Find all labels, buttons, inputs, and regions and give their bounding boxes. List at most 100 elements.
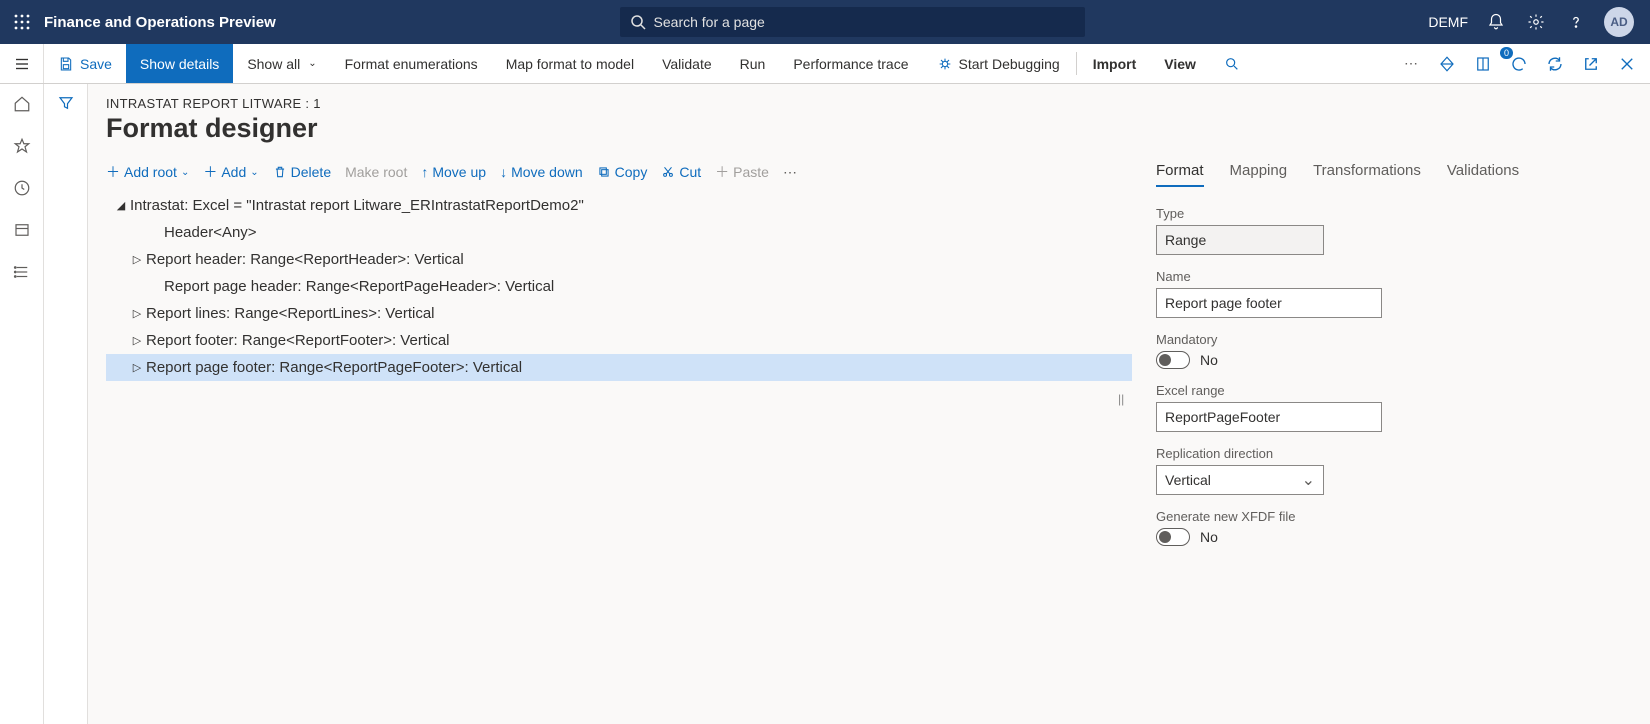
favorites-icon[interactable] [10, 134, 34, 158]
copy-icon [597, 165, 611, 179]
show-details-button[interactable]: Show details [126, 44, 233, 83]
search-placeholder: Search for a page [654, 14, 765, 30]
tree-row[interactable]: ◢ Intrastat: Excel = "Intrastat report L… [106, 192, 1132, 219]
run-button[interactable]: Run [726, 44, 780, 83]
xfdf-value: No [1200, 529, 1218, 545]
tree-row[interactable]: ▷ Report footer: Range<ReportFooter>: Ve… [106, 327, 1132, 354]
diamond-icon[interactable] [1434, 51, 1460, 77]
trash-icon [273, 165, 287, 179]
settings-icon[interactable] [1524, 10, 1548, 34]
tree-toolbar: ＋Add root⌄ ＋Add⌄ Delete Make root ↑Move … [106, 162, 1132, 182]
name-label: Name [1156, 269, 1632, 284]
nav-rail [0, 84, 44, 724]
save-button[interactable]: Save [44, 44, 126, 83]
filter-rail [44, 84, 88, 724]
type-field: Range [1156, 225, 1324, 255]
start-debugging-button[interactable]: Start Debugging [923, 44, 1074, 83]
hamburger-menu[interactable] [0, 44, 44, 83]
breadcrumb: INTRASTAT REPORT LITWARE : 1 [106, 96, 1632, 111]
app-title: Finance and Operations Preview [44, 14, 276, 31]
tree-row[interactable]: ▷ Report header: Range<ReportHeader>: Ve… [106, 246, 1132, 273]
performance-trace-button[interactable]: Performance trace [779, 44, 922, 83]
type-label: Type [1156, 206, 1632, 221]
action-bar: Save Show details Show all⌄ Format enume… [0, 44, 1650, 84]
tree-row[interactable]: Header<Any> [106, 219, 1132, 246]
tree-row-selected[interactable]: ▷ Report page footer: Range<ReportPageFo… [106, 354, 1132, 381]
excel-range-field[interactable]: ReportPageFooter [1156, 402, 1382, 432]
cut-icon [661, 165, 675, 179]
tree-row[interactable]: ▷ Report lines: Range<ReportLines>: Vert… [106, 300, 1132, 327]
find-button[interactable] [1210, 44, 1254, 83]
mandatory-value: No [1200, 352, 1218, 368]
modules-icon[interactable] [10, 260, 34, 284]
save-icon [58, 56, 74, 72]
tab-transformations[interactable]: Transformations [1313, 162, 1421, 187]
arrow-down-icon: ↓ [500, 164, 507, 180]
close-icon[interactable] [1614, 51, 1640, 77]
mandatory-toggle[interactable] [1156, 351, 1190, 369]
view-button[interactable]: View [1150, 44, 1210, 83]
refresh-icon[interactable] [1542, 51, 1568, 77]
page-title: Format designer [106, 113, 1632, 144]
expand-icon[interactable]: ▷ [128, 307, 146, 320]
add-button[interactable]: ＋Add⌄ [203, 162, 258, 182]
copy-button[interactable]: Copy [597, 164, 648, 180]
map-format-button[interactable]: Map format to model [492, 44, 648, 83]
app-launcher-icon[interactable] [8, 14, 36, 30]
user-avatar[interactable]: AD [1604, 7, 1634, 37]
xfdf-label: Generate new XFDF file [1156, 509, 1632, 524]
tab-mapping[interactable]: Mapping [1230, 162, 1288, 187]
chevron-down-icon: ⌄ [250, 167, 258, 178]
xfdf-toggle[interactable] [1156, 528, 1190, 546]
expand-icon[interactable]: ▷ [128, 361, 146, 374]
format-tree: ◢ Intrastat: Excel = "Intrastat report L… [106, 192, 1132, 381]
global-search[interactable]: Search for a page [620, 7, 1085, 37]
chevron-down-icon: ⌄ [181, 167, 189, 178]
pane-resize-handle[interactable]: || [1118, 392, 1124, 406]
debug-icon [937, 56, 953, 72]
search-icon [630, 14, 646, 30]
company-picker[interactable]: DEMF [1428, 14, 1468, 30]
tree-row[interactable]: Report page header: Range<ReportPageHead… [106, 273, 1132, 300]
expand-icon[interactable]: ▷ [128, 253, 146, 266]
tab-format[interactable]: Format [1156, 162, 1204, 187]
replication-label: Replication direction [1156, 446, 1632, 461]
cut-button[interactable]: Cut [661, 164, 701, 180]
format-enumerations-button[interactable]: Format enumerations [331, 44, 492, 83]
plus-icon: ＋ [715, 162, 729, 182]
office-icon[interactable] [1470, 51, 1496, 77]
home-icon[interactable] [10, 92, 34, 116]
property-tabs: Format Mapping Transformations Validatio… [1156, 162, 1632, 188]
filter-icon[interactable] [57, 94, 75, 724]
tab-validations[interactable]: Validations [1447, 162, 1519, 187]
collapse-icon[interactable]: ◢ [112, 199, 130, 212]
plus-icon: ＋ [106, 162, 120, 182]
workspaces-icon[interactable] [10, 218, 34, 242]
refresh-badge-icon[interactable]: 0 [1506, 51, 1532, 77]
tree-more-icon[interactable]: ⋯ [783, 164, 797, 181]
more-icon[interactable]: ⋯ [1398, 51, 1424, 77]
chevron-down-icon: ⌄ [308, 58, 316, 69]
popout-icon[interactable] [1578, 51, 1604, 77]
excel-range-label: Excel range [1156, 383, 1632, 398]
plus-icon: ＋ [203, 162, 217, 182]
paste-button: ＋Paste [715, 162, 769, 182]
search-icon [1224, 56, 1240, 72]
expand-icon[interactable]: ▷ [128, 334, 146, 347]
show-all-button[interactable]: Show all⌄ [233, 44, 330, 83]
validate-button[interactable]: Validate [648, 44, 726, 83]
recent-icon[interactable] [10, 176, 34, 200]
arrow-up-icon: ↑ [421, 164, 428, 180]
notifications-icon[interactable] [1484, 10, 1508, 34]
replication-select[interactable]: Vertical [1156, 465, 1324, 495]
import-button[interactable]: Import [1079, 44, 1151, 83]
move-down-button[interactable]: ↓Move down [500, 164, 583, 180]
help-icon[interactable] [1564, 10, 1588, 34]
make-root-button: Make root [345, 164, 407, 180]
move-up-button[interactable]: ↑Move up [421, 164, 486, 180]
add-root-button[interactable]: ＋Add root⌄ [106, 162, 189, 182]
delete-button[interactable]: Delete [273, 164, 331, 180]
mandatory-label: Mandatory [1156, 332, 1632, 347]
global-header: Finance and Operations Preview Search fo… [0, 0, 1650, 44]
name-field[interactable]: Report page footer [1156, 288, 1382, 318]
